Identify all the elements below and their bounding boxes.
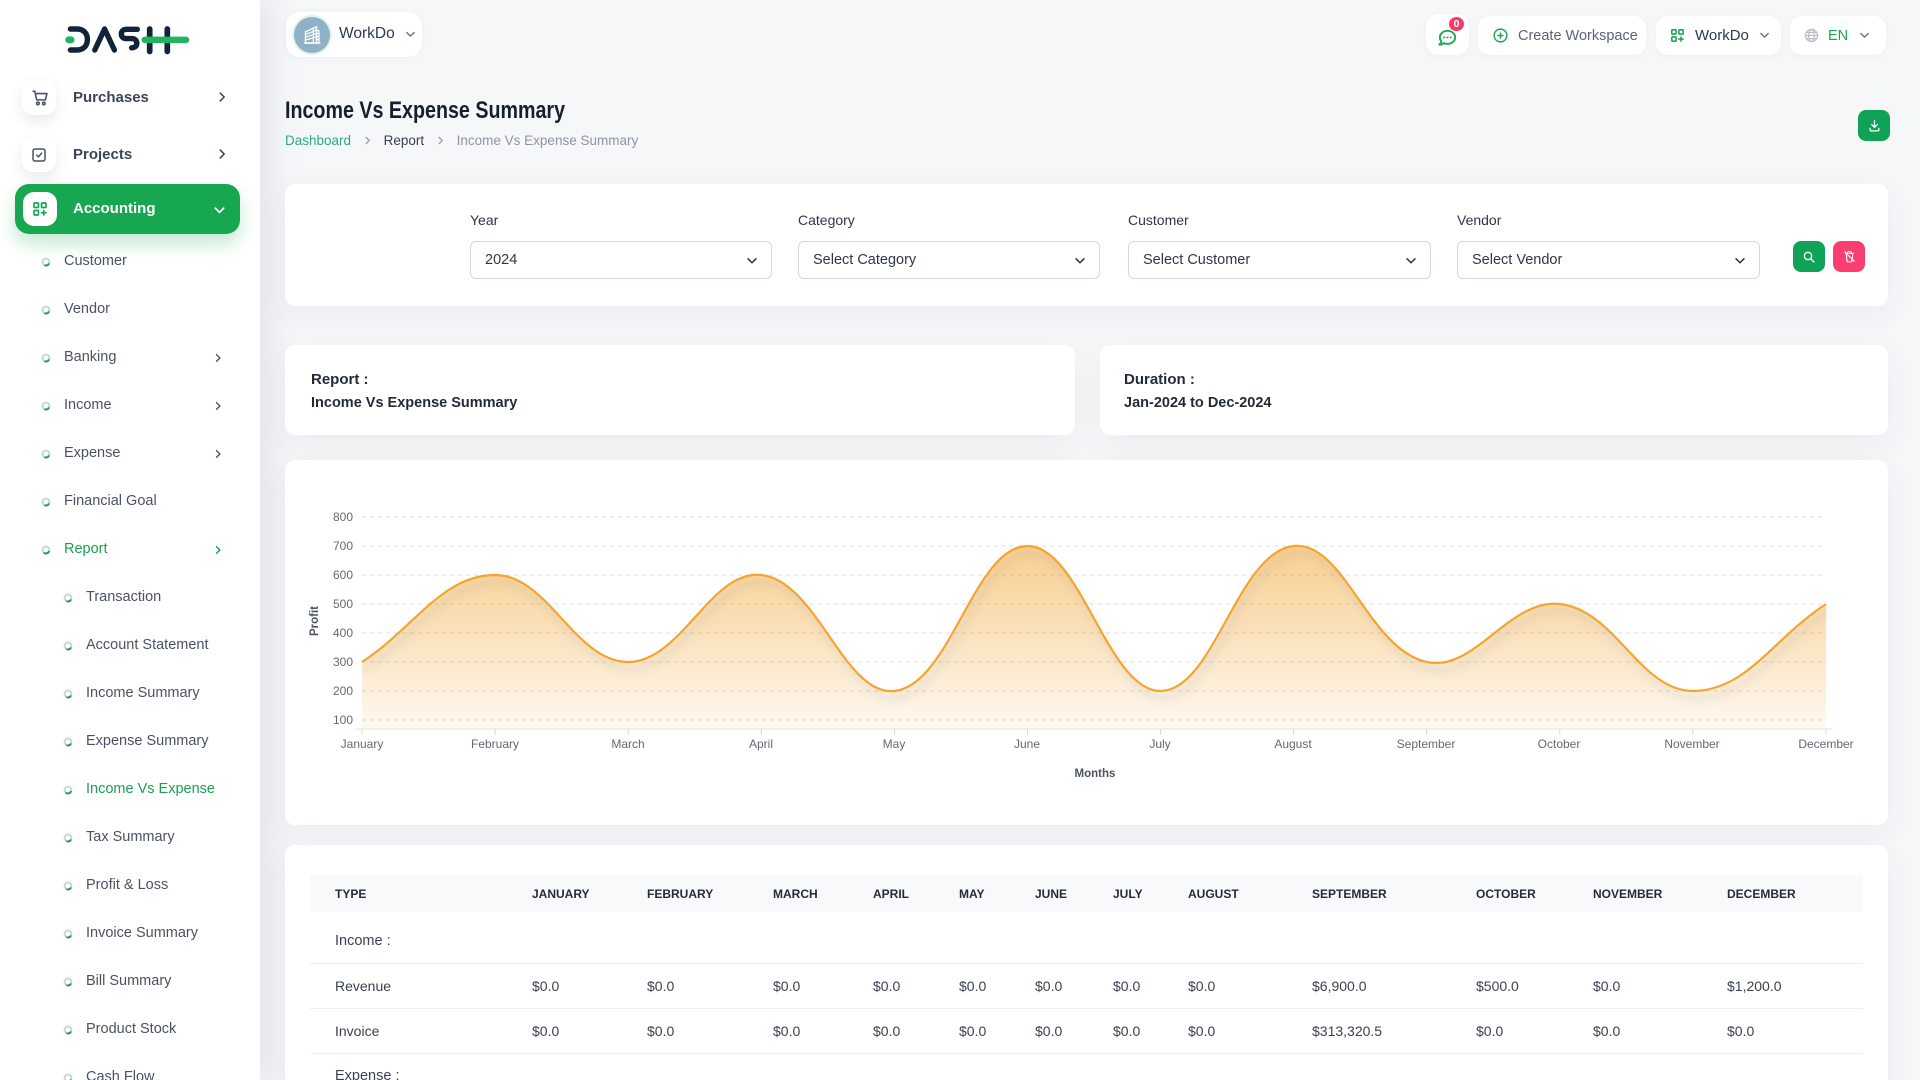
svg-text:January: January — [341, 737, 384, 751]
svg-text:September: September — [1397, 737, 1456, 751]
svg-text:December: December — [1798, 737, 1853, 751]
svg-text:August: August — [1274, 737, 1312, 751]
svg-text:Profit: Profit — [309, 606, 321, 636]
svg-text:July: July — [1149, 737, 1170, 751]
svg-text:June: June — [1014, 737, 1040, 751]
svg-text:November: November — [1664, 737, 1719, 751]
svg-text:200: 200 — [333, 684, 353, 698]
svg-text:February: February — [471, 737, 519, 751]
svg-text:May: May — [883, 737, 906, 751]
svg-text:700: 700 — [333, 539, 353, 553]
svg-text:October: October — [1538, 737, 1581, 751]
svg-text:Months: Months — [1075, 768, 1116, 780]
svg-text:March: March — [611, 737, 644, 751]
svg-text:300: 300 — [333, 655, 353, 669]
svg-text:800: 800 — [333, 510, 353, 524]
svg-text:April: April — [749, 737, 773, 751]
svg-text:400: 400 — [333, 626, 353, 640]
svg-text:100: 100 — [333, 713, 353, 727]
svg-text:600: 600 — [333, 568, 353, 582]
svg-text:500: 500 — [333, 597, 353, 611]
